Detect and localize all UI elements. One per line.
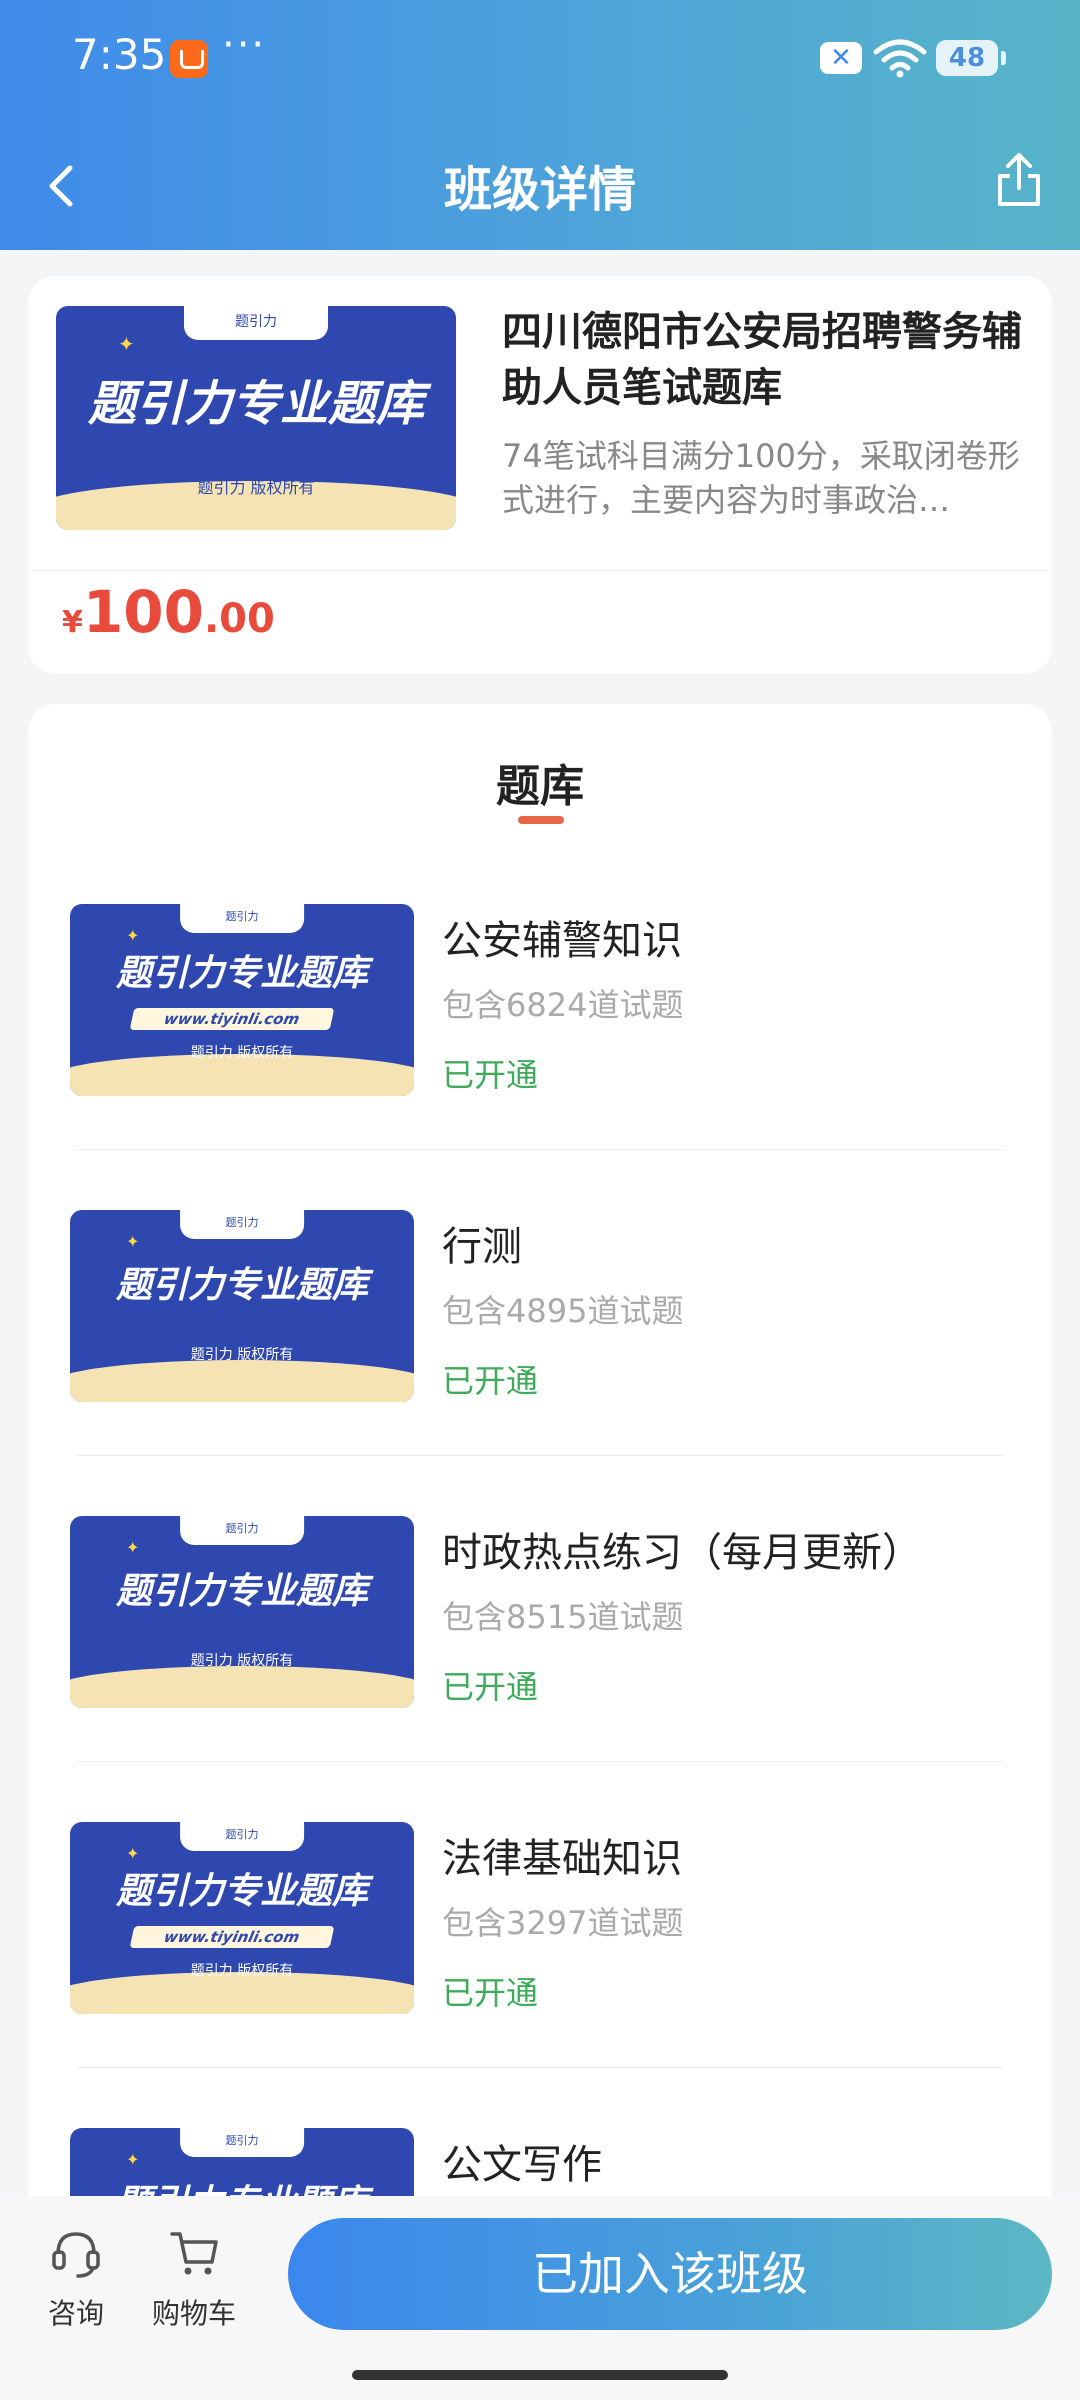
bank-banner-image: 题引力 ✦ 题引力专业题库 题引力 版权所有 <box>70 1516 414 1708</box>
divider <box>76 1455 1004 1456</box>
close-notification-icon: ✕ <box>820 42 862 74</box>
wifi-icon <box>873 39 927 78</box>
course-banner-image: 题引力 ✦ 题引力专业题库 题引力 版权所有 <box>56 306 456 530</box>
currency-symbol: ¥ <box>62 605 83 640</box>
share-icon[interactable] <box>992 150 1046 210</box>
banner-subtitle: 题引力 版权所有 <box>190 1963 294 1979</box>
status-badge: 已开通 <box>442 1668 539 1706</box>
banner-title: 题引力专业题库 <box>115 953 368 994</box>
banner-tab: 题引力 <box>180 904 304 933</box>
banner-wave <box>70 1359 414 1402</box>
course-title: 四川德阳市公安局招聘警务辅助人员笔试题库 <box>502 309 1022 411</box>
divider <box>76 1761 1004 1762</box>
consult-label: 咨询 <box>47 2297 104 2330</box>
status-time: 7:35 <box>72 30 167 79</box>
status-badge: 已开通 <box>442 1056 539 1094</box>
tab-underline <box>518 816 564 824</box>
bank-name: 时政热点练习（每月更新） <box>442 1530 922 1576</box>
price-decimal: .00 <box>203 596 275 642</box>
star-icon: ✦ <box>118 332 135 356</box>
bank-name: 法律基础知识 <box>442 1836 682 1882</box>
question-count: 包含8515道试题 <box>442 1598 684 1636</box>
status-badge: 已开通 <box>442 1362 539 1400</box>
home-indicator[interactable] <box>352 2370 728 2380</box>
list-item[interactable]: 题引力 ✦ 题引力专业题库 www.tiyinli.com 题引力 版权所有 公… <box>28 904 1052 1210</box>
course-card: 题引力 ✦ 题引力专业题库 题引力 版权所有 四川德阳市公安局招聘警务辅助人员笔… <box>28 276 1052 674</box>
banner-title: 题引力专业题库 <box>115 1265 368 1306</box>
list-item[interactable]: 题引力 ✦ 题引力专业题库 题引力 版权所有 行测 包含4895道试题 已开通 <box>28 1210 1052 1516</box>
banner-tab: 题引力 <box>180 1822 304 1851</box>
list-item[interactable]: 题引力 ✦ 题引力专业题库 www.tiyinli.com 题引力 版权所有 法… <box>28 1822 1052 2128</box>
banner-url: www.tiyinli.com <box>129 1926 334 1948</box>
course-description: 74笔试科目满分100分，采取闭卷形式进行，主要内容为时事政治… <box>502 437 1020 519</box>
star-icon: ✦ <box>126 1538 140 1557</box>
banner-title: 题引力专业题库 <box>87 376 424 432</box>
more-notifications-icon: ··· <box>222 22 267 68</box>
bank-banner-image: 题引力 ✦ 题引力专业题库 www.tiyinli.com 题引力 版权所有 <box>70 904 414 1096</box>
banner-tab: 题引力 <box>180 1516 304 1545</box>
page-title: 班级详情 <box>443 162 636 218</box>
star-icon: ✦ <box>126 1844 140 1863</box>
battery-indicator: 48 <box>936 40 1006 76</box>
banner-tab: 题引力 <box>184 306 328 340</box>
bank-banner-image: 题引力 ✦ 题引力专业题库 题引力 版权所有 <box>70 1210 414 1402</box>
bank-banner-image: 题引力 ✦ 题引力专业题库 www.tiyinli.com 题引力 版权所有 <box>70 1822 414 2014</box>
list-item[interactable]: 题引力 ✦ 题引力专业题库 题引力 版权所有 时政热点练习（每月更新） 包含85… <box>28 1516 1052 1822</box>
question-count: 包含6824道试题 <box>442 986 684 1024</box>
star-icon: ✦ <box>126 2150 140 2169</box>
banner-title: 题引力专业题库 <box>115 1871 368 1912</box>
section-title[interactable]: 题库 <box>28 750 1052 814</box>
bank-name: 行测 <box>442 1224 522 1270</box>
question-count: 包含4895道试题 <box>442 1292 684 1330</box>
cart-label: 购物车 <box>151 2297 236 2330</box>
consult-button[interactable]: 咨询 <box>16 2224 136 2332</box>
header-bar: 7:35 ··· ✕ 48 班级详情 <box>0 0 1080 250</box>
bottom-action-bar: 咨询 购物车 已加入该班级 <box>0 2196 1080 2400</box>
joined-class-button[interactable]: 已加入该班级 <box>288 2218 1052 2330</box>
divider <box>76 2067 1004 2068</box>
banner-subtitle: 题引力 版权所有 <box>190 1653 294 1669</box>
divider <box>76 1149 1004 1150</box>
banner-title: 题引力专业题库 <box>115 1571 368 1612</box>
question-bank-card: 题库 题引力 ✦ 题引力专业题库 www.tiyinli.com 题引力 版权所… <box>28 704 1052 2400</box>
banner-wave <box>70 1665 414 1708</box>
status-badge: 已开通 <box>442 1974 539 2012</box>
star-icon: ✦ <box>126 926 140 945</box>
bank-name: 公文写作 <box>442 2142 602 2188</box>
banner-tab: 题引力 <box>180 2128 304 2157</box>
star-icon: ✦ <box>126 1232 140 1251</box>
cart-button[interactable]: 购物车 <box>134 2224 254 2332</box>
banner-subtitle: 题引力 版权所有 <box>197 478 315 497</box>
banner-tab: 题引力 <box>180 1210 304 1239</box>
question-count: 包含3297道试题 <box>442 1904 684 1942</box>
shopping-cart-icon <box>170 2232 218 2275</box>
price-integer: 100 <box>82 578 204 646</box>
banner-subtitle: 题引力 版权所有 <box>190 1347 294 1363</box>
shopping-app-icon <box>170 40 208 78</box>
bank-name: 公安辅警知识 <box>442 918 682 964</box>
price: ¥100.00 <box>62 578 275 646</box>
banner-url: www.tiyinli.com <box>129 1008 334 1030</box>
headset-icon <box>52 2232 100 2278</box>
banner-subtitle: 题引力 版权所有 <box>190 1045 294 1061</box>
divider <box>28 570 1052 571</box>
